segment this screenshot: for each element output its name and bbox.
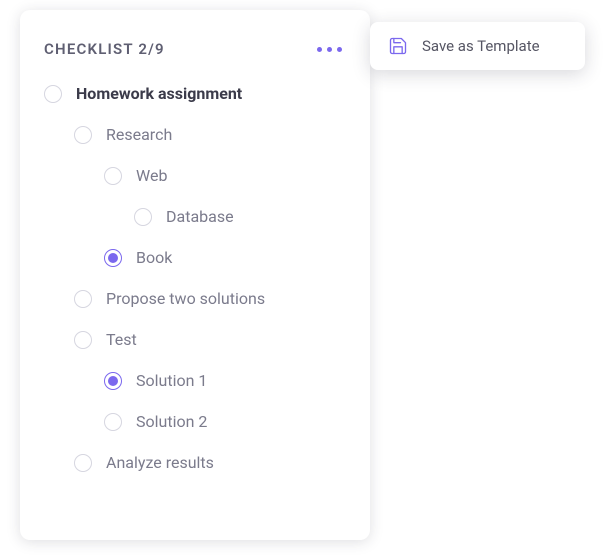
save-icon [388, 36, 408, 56]
checklist-item-label: Database [166, 207, 234, 226]
checklist-item-label: Analyze results [106, 453, 214, 472]
checklist-radio[interactable] [44, 85, 62, 103]
checklist-item-label: Web [136, 166, 167, 185]
checklist-item-label: Homework assignment [76, 84, 242, 103]
save-template-menu-item[interactable]: Save as Template [370, 22, 585, 70]
checklist-radio[interactable] [104, 167, 122, 185]
checklist-item[interactable]: Homework assignment [44, 84, 346, 103]
checklist-header: CHECKLIST 2/9 [44, 40, 346, 58]
checklist-item-label: Research [106, 125, 172, 144]
checklist-radio[interactable] [134, 208, 152, 226]
checklist-item[interactable]: Solution 2 [44, 412, 346, 431]
checklist-items: Homework assignment Research Web Database Bo… [44, 84, 346, 472]
checklist-item[interactable]: Web [44, 166, 346, 185]
checklist-item[interactable]: Solution 1 [44, 371, 346, 390]
save-template-label: Save as Template [422, 37, 540, 55]
checklist-card: CHECKLIST 2/9 Homework assignment Researc… [20, 10, 370, 540]
checklist-radio[interactable] [104, 249, 122, 267]
checklist-item[interactable]: Research [44, 125, 346, 144]
checklist-item-label: Test [106, 330, 137, 349]
checklist-item[interactable]: Database [44, 207, 346, 226]
checklist-radio[interactable] [74, 454, 92, 472]
checklist-radio[interactable] [104, 413, 122, 431]
checklist-item-label: Solution 1 [136, 371, 207, 390]
dots-icon [317, 47, 322, 52]
checklist-radio[interactable] [74, 290, 92, 308]
checklist-radio[interactable] [74, 126, 92, 144]
checklist-item-label: Book [136, 248, 172, 267]
more-options-button[interactable] [313, 43, 346, 56]
checklist-item-label: Propose two solutions [106, 289, 265, 308]
checklist-title: CHECKLIST 2/9 [44, 40, 165, 58]
checklist-item[interactable]: Book [44, 248, 346, 267]
checklist-item[interactable]: Analyze results [44, 453, 346, 472]
checklist-item[interactable]: Test [44, 330, 346, 349]
dots-icon [337, 47, 342, 52]
checklist-item-label: Solution 2 [136, 412, 207, 431]
dots-icon [327, 47, 332, 52]
checklist-radio[interactable] [74, 331, 92, 349]
checklist-item[interactable]: Propose two solutions [44, 289, 346, 308]
checklist-radio[interactable] [104, 372, 122, 390]
